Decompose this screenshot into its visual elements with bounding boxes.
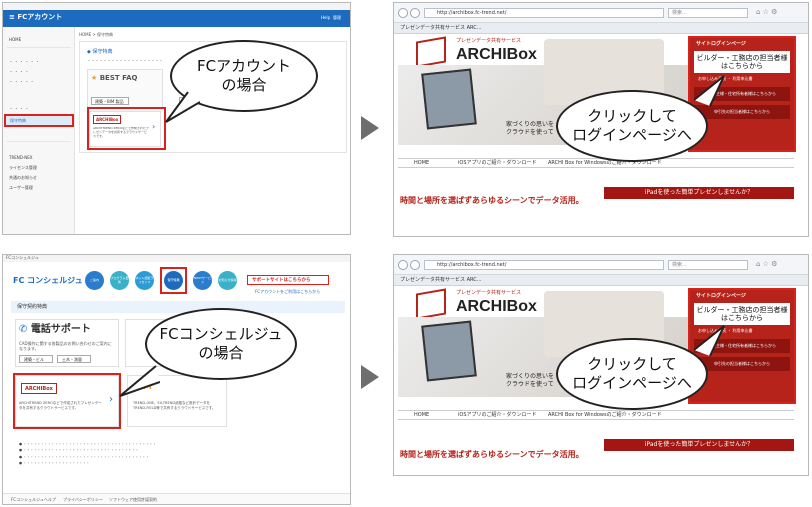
highlight-archibox-card [13,373,121,429]
breadcrumb: HOME > 保守特典 [79,32,114,37]
arrow-right-icon [361,365,379,389]
highlight-sidebar-maintenance [4,114,74,127]
callout-tail [693,325,725,357]
browser-icons[interactable]: ⌂ ☆ ⚙ [756,9,777,16]
search-input[interactable]: 検索... [668,260,748,270]
service-caption: プレゼンデータ共有サービス [456,290,522,296]
floorplan-tablet [421,68,477,130]
nav-ios[interactable]: iOSアプリのご紹介・ダウンロード [458,161,537,166]
sidebar-item-a[interactable]: ・ ・ ・ ・ ・ ・ [9,59,39,65]
header-admin[interactable]: 管理 [333,16,341,20]
header-help[interactable]: Help [321,16,330,20]
callout-tail [693,75,725,107]
phone-icon: ✆ [19,324,31,335]
concierge-logo[interactable]: FC コンシェルジュ [13,277,83,285]
nav-windows[interactable]: ARCHI Box for Windowsのご紹介・ダウンロード [548,413,662,418]
logo-cube-icon [416,36,446,68]
support-link[interactable]: サポートサイトはこちらから [247,275,329,285]
divider [7,47,71,48]
sidebar-item-notice[interactable]: 共通のお知らせ [9,175,37,181]
callout-tail [165,91,200,123]
section-header [11,301,345,313]
nav-ios[interactable]: iOSアプリのご紹介・ダウンロード [458,413,537,418]
callout-tail [119,365,160,397]
arrow-right-icon [361,116,379,140]
forward-button[interactable] [410,8,420,18]
ipad-banner[interactable]: iPadを使った簡単プレゼンしませんか？ [604,439,794,451]
window-title: FCコンシェルジュ [6,255,39,260]
phone-support-title: ✆ 電話サポート [19,324,91,335]
phone-tag-architecture[interactable]: 建築・ビル [19,355,53,363]
app-logo: ≡ FCアカウント [9,14,62,21]
archibox-logo[interactable]: ARCHIBox [456,47,537,63]
back-button[interactable] [398,8,408,18]
floorplan-tablet [421,320,477,382]
sidebar-item-license[interactable]: ライセンス管理 [9,165,37,171]
sidebar-item-users[interactable]: ユーザー管理 [9,185,33,191]
ipad-banner[interactable]: iPadを使った簡単プレゼンしませんか？ [604,187,794,199]
nav-home[interactable]: HOME [414,413,429,418]
star-icon: ★ [91,74,100,82]
cim-desc: TREND-ONE、EX-TREND武蔵など設計データをTREND-FIELD等… [133,401,216,410]
service-caption: プレゼンデータ共有サービス [456,38,522,44]
window-titlebar [3,255,350,262]
section-title: ◆ 保守特典 [87,49,113,55]
divider [7,141,71,142]
nav-info[interactable]: お知らせ情報 [218,271,237,290]
browser-icons[interactable]: ⌂ ☆ ⚙ [756,261,777,268]
highlight-nav-maintenance [160,267,187,294]
footer-help-link[interactable]: FCコンシェルジュヘルプ [11,498,56,502]
archibox-logo[interactable]: ARCHIBox [456,299,537,315]
nav-home[interactable]: HOME [414,161,429,166]
sidebar-item-c[interactable]: ・ ・ ・ ・ ・ [9,79,34,85]
nav-guide[interactable]: ご案内 [85,271,104,290]
highlight-archibox-card [87,107,166,150]
app-title: FCアカウント [17,13,63,21]
callout-fc-concierge: FCコンシェルジュ の場合 [145,308,297,380]
callout-click-login-2: クリックして ログインページへ [556,338,708,410]
section-desc: ・・・・・・・・・・・・・・・・・・・ [87,58,163,63]
faq-tab[interactable]: 建築・BIM 製品 [91,97,129,105]
callout-click-login-1: クリックして ログインページへ [556,90,708,162]
tagline: 家づくりの思いを クラウドを使って [506,121,555,137]
notes-list: ● ・・・・・・・・・・・・・・・・・・・・・・・・・・・・・・・・・・・・・・… [19,442,157,465]
back-button[interactable] [398,260,408,270]
headline: 時間と場所を選ばずあらゆるシーンでデータ活用。 [400,196,584,205]
window-titlebar [3,3,350,10]
phone-support-desc: CAD操作に関する各製品のお問い合わせのご案内になります。 [19,341,112,352]
fc-concierge-window: FCコンシェルジュ FC コンシェルジュ ご案内 プログラム更新 ネット認証ライ… [2,254,351,505]
best-faq-title: ★ BEST FAQ [91,74,138,82]
footer-license-link[interactable]: ソフトウェア使用許諾契約 [109,498,157,502]
sidebar-item-d[interactable]: ・ ・ ・ ・ [9,106,29,112]
nav-next[interactable]: NEXTサービス [193,271,212,290]
fc-logo-icon: FC [13,276,25,285]
browser-tab[interactable]: プレゼンデータ共有サービス ARC... [394,23,808,34]
forward-button[interactable] [410,260,420,270]
nav-update[interactable]: プログラム更新 [110,271,129,290]
browser-tab[interactable]: プレゼンデータ共有サービス ARC... [394,275,808,286]
search-input[interactable]: 検索... [668,8,748,18]
nav-license[interactable]: ネット認証ライセンス [135,271,154,290]
support-sub-link[interactable]: FCアカウントをご利用はこちらから [255,290,320,294]
footer-privacy-link[interactable]: プライバシーポリシー [63,498,103,502]
sidebar-item-trendnex[interactable]: TREND-NEX [9,155,33,160]
address-bar[interactable]: http://archibox.fc-trend.net/ [424,260,664,270]
phone-tag-civil[interactable]: 土木・測量 [57,355,91,363]
address-bar[interactable]: http://archibox.fc-trend.net/ [424,8,664,18]
sidebar-item-home[interactable]: HOME [9,37,21,42]
section-title: 保守契約特典 [17,304,48,310]
headline: 時間と場所を選ばずあらゆるシーンでデータ活用。 [400,450,584,459]
tagline: 家づくりの思いを クラウドを使って [506,373,555,389]
sidebar-item-b[interactable]: ・ ・ ・ ・ [9,69,29,75]
nav-windows[interactable]: ARCHI Box for Windowsのご紹介・ダウンロード [548,161,662,166]
logo-cube-icon [416,288,446,320]
